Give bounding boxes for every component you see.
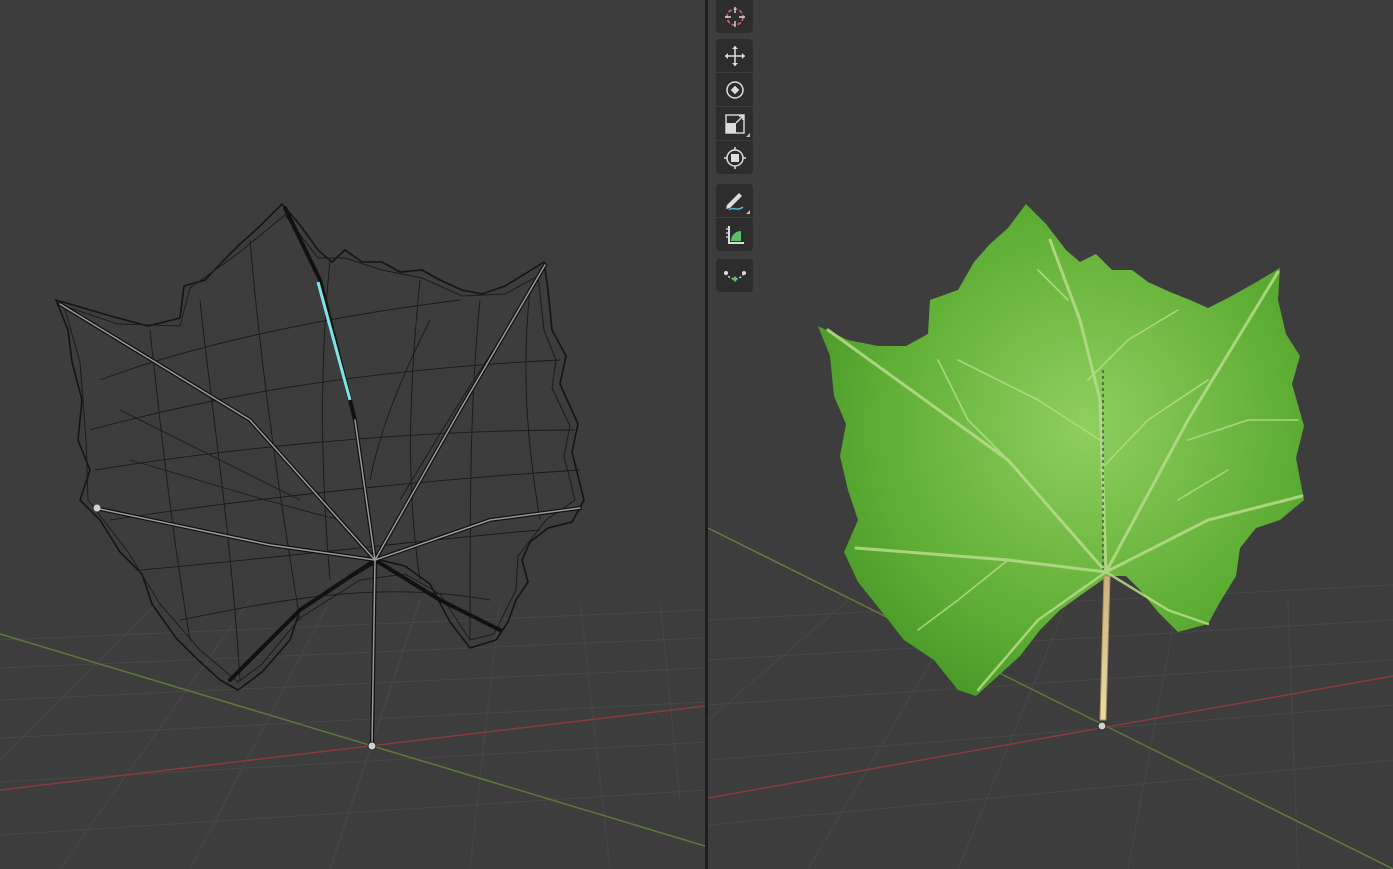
measure-icon [725,225,744,244]
rotate-icon [725,80,744,99]
cursor-icon [724,6,745,27]
floor-grid-right [708,584,1393,869]
left-viewport-canvas[interactable] [0,0,705,869]
tool-transform[interactable] [716,141,753,174]
leaf-wireframe[interactable] [54,202,585,747]
tool-curve[interactable] [716,259,753,292]
annotate-icon [725,192,743,211]
move-icon [724,45,745,66]
tool-scale-expand [746,133,750,137]
x-axis-line-right [708,675,1393,799]
curve-icon [723,270,746,282]
leaf-textured[interactable] [818,204,1304,721]
transform-icon [723,146,746,169]
tool-rotate[interactable] [716,73,753,106]
y-axis-line [0,633,705,847]
right-3d-viewport[interactable] [708,0,1393,869]
object-origin[interactable] [367,741,377,751]
leaf-veins-highlight [59,264,581,746]
floor-grid [0,599,705,869]
scale-icon [724,113,745,134]
tool-measure[interactable] [716,218,753,251]
right-viewport-canvas[interactable] [708,0,1393,869]
leaf-stem[interactable] [1099,575,1111,721]
wire-mesh [89,239,581,681]
tool-cursor[interactable] [716,0,753,33]
tool-move[interactable] [716,39,753,72]
tool-annotate[interactable] [716,184,753,217]
leaf-blade[interactable] [818,204,1304,696]
vertex-left[interactable] [93,504,101,512]
object-origin-right[interactable] [1097,721,1107,731]
left-3d-viewport[interactable] [0,0,705,869]
tool-annotate-expand [746,210,750,214]
tool-scale[interactable] [716,107,753,140]
